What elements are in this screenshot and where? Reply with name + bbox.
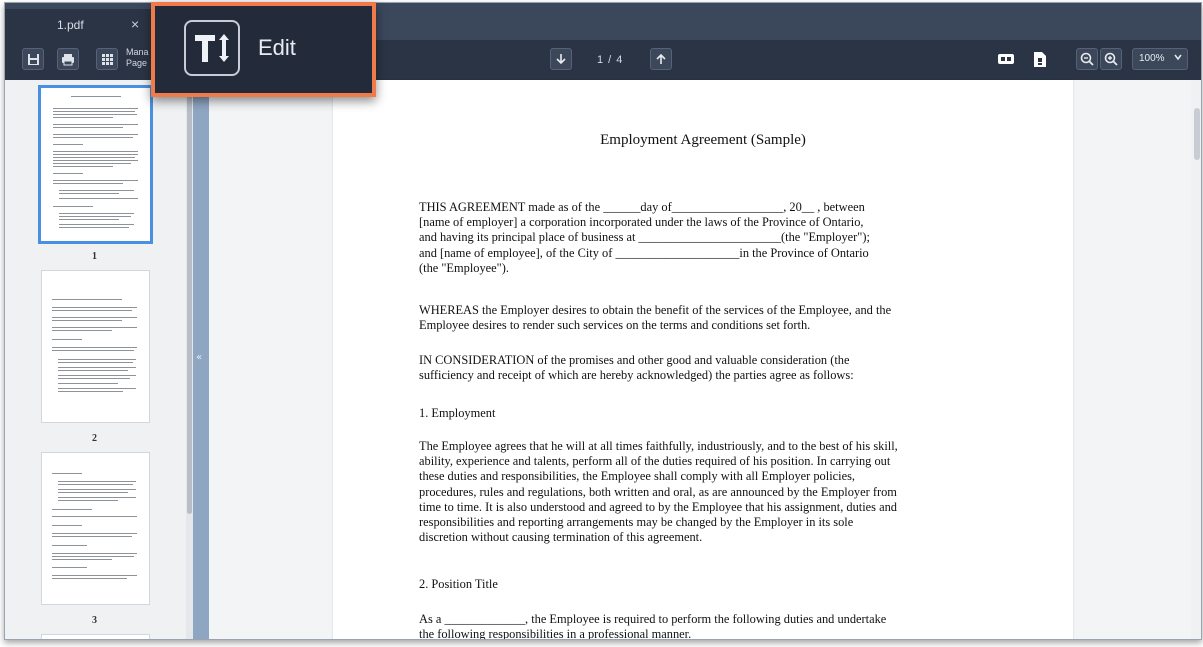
page-info-icon <box>1034 51 1046 67</box>
single-page-view-icon <box>998 54 1014 64</box>
chevron-down-icon <box>1174 54 1182 61</box>
previous-page-button[interactable] <box>650 48 672 70</box>
manage-pages-icon <box>101 53 113 65</box>
document-scrollbar-thumb[interactable] <box>1194 108 1200 160</box>
print-icon <box>62 53 74 65</box>
pdf-page[interactable]: Employment Agreement (Sample) THIS AGREE… <box>333 80 1073 640</box>
zoom-select[interactable]: 100% <box>1132 48 1188 70</box>
sidebar-splitter[interactable]: « <box>193 80 209 639</box>
sidebar-scrollbar-thumb[interactable] <box>187 84 192 514</box>
page-thumbnail-2[interactable] <box>41 270 150 423</box>
paragraph-whereas: WHEREAS the Employer desires to obtain t… <box>419 303 892 333</box>
thumbnail-page-number-1: 1 <box>92 251 97 262</box>
manage-pages-button[interactable] <box>96 48 118 70</box>
close-icon[interactable]: × <box>131 16 139 32</box>
paragraph-agreement: THIS AGREEMENT made as of the ______day … <box>419 200 870 275</box>
thumbnail-sidebar: 1 2 3 <box>5 80 193 639</box>
edit-label: Edit <box>258 35 296 60</box>
sidebar-scrollbar[interactable] <box>186 80 193 639</box>
heading-position-title: 2. Position Title <box>419 577 498 591</box>
page-thumbnail-4[interactable] <box>41 634 150 639</box>
paragraph-consideration: IN CONSIDERATION of the promises and oth… <box>419 353 854 383</box>
zoom-value: 100% <box>1139 53 1165 64</box>
zoom-out-icon <box>1080 52 1094 66</box>
single-page-view-button[interactable] <box>995 48 1017 70</box>
save-button[interactable] <box>22 48 44 70</box>
page-thumbnail-1[interactable] <box>38 85 153 244</box>
thumbnail-page-number-3: 3 <box>92 615 97 626</box>
save-icon <box>27 53 39 65</box>
document-viewer: Employment Agreement (Sample) THIS AGREE… <box>209 80 1201 640</box>
page-up-icon <box>656 53 666 64</box>
page-indicator: 1 / 4 <box>597 54 624 66</box>
text-edit-icon <box>184 20 240 76</box>
print-button[interactable] <box>57 48 79 70</box>
zoom-in-button[interactable] <box>1100 48 1122 70</box>
tab-document[interactable]: 1.pdf × <box>5 9 155 40</box>
page-down-icon <box>556 54 566 65</box>
edit-button[interactable]: Edit <box>151 2 376 97</box>
tab-title: 1.pdf <box>57 18 84 32</box>
collapse-sidebar-icon[interactable]: « <box>196 352 202 363</box>
document-scrollbar[interactable] <box>1191 80 1201 639</box>
thumbnail-page-number-2: 2 <box>92 433 97 444</box>
page-info-button[interactable] <box>1029 48 1051 70</box>
paragraph-employment: The Employee agrees that he will at all … <box>419 439 898 545</box>
page-thumbnail-3[interactable] <box>41 452 150 605</box>
document-title: Employment Agreement (Sample) <box>600 132 806 148</box>
paragraph-position-title: As a _____________, the Employee is requ… <box>419 612 887 640</box>
app-window: 1.pdf × Mana Page 1 / 4 100% 1 2 3 « Emp… <box>4 2 1202 640</box>
heading-employment: 1. Employment <box>419 406 496 420</box>
zoom-out-button[interactable] <box>1076 48 1098 70</box>
next-page-button[interactable] <box>550 48 572 70</box>
zoom-in-icon <box>1104 52 1118 66</box>
